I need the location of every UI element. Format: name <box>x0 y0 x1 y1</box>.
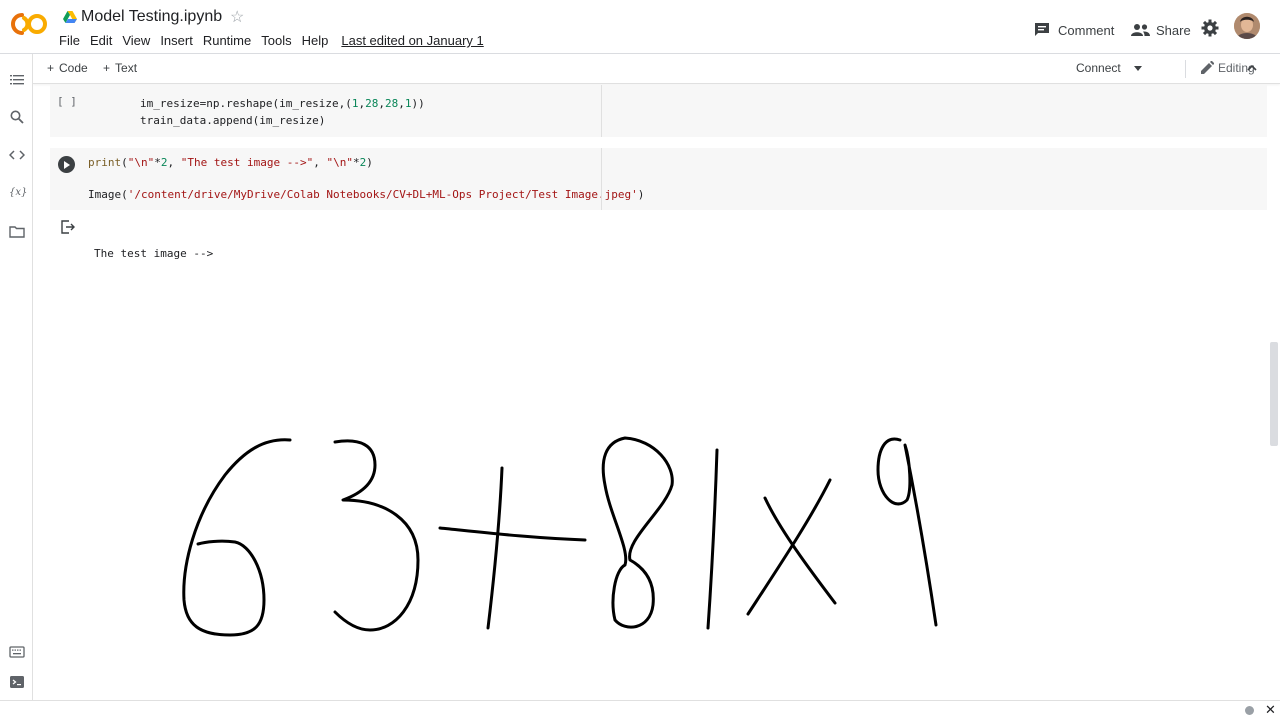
notebook-toolbar: + Code + Text Connect Editing <box>33 54 1280 84</box>
connect-button[interactable]: Connect <box>1076 61 1143 75</box>
chevron-up-icon[interactable] <box>1246 62 1258 74</box>
comment-button[interactable]: Comment <box>1034 17 1114 43</box>
code-token: , <box>313 156 327 169</box>
terminal-icon[interactable] <box>9 674 25 690</box>
last-edited-link[interactable]: Last edited on January 1 <box>341 33 483 48</box>
code-cell-1[interactable]: [ ] im_resize=np.reshape(im_resize,(1,28… <box>50 85 1267 137</box>
comment-label: Comment <box>1058 22 1115 38</box>
menu-file[interactable]: File <box>59 33 80 48</box>
code-line[interactable]: im_resize=np.reshape(im_resize,(1,28,28,… <box>140 97 425 110</box>
share-label: Share <box>1156 22 1191 38</box>
connect-label: Connect <box>1076 61 1121 75</box>
add-code-button[interactable]: + Code <box>47 61 88 75</box>
comment-icon <box>1035 23 1049 36</box>
handwritten-expression-image <box>182 436 938 637</box>
code-line[interactable]: print("\n"*2, "The test image -->", "\n"… <box>88 156 373 169</box>
code-number: 1 <box>404 97 412 110</box>
menu-view[interactable]: View <box>122 33 150 48</box>
avatar[interactable] <box>1234 13 1260 39</box>
table-of-contents-icon[interactable] <box>9 72 25 88</box>
add-text-label: Text <box>115 61 138 75</box>
pencil-icon <box>1201 60 1215 74</box>
header: Model Testing.ipynb ☆ File Edit View Ins… <box>0 0 1280 54</box>
code-number: 28 <box>385 97 399 110</box>
code-token: , <box>167 156 181 169</box>
menu-help[interactable]: Help <box>302 33 329 48</box>
star-icon[interactable]: ☆ <box>230 7 244 27</box>
toolbar-divider <box>1185 60 1186 78</box>
status-bar: ✕ <box>0 700 1280 720</box>
people-icon <box>1131 24 1150 36</box>
close-icon[interactable]: ✕ <box>1265 702 1276 718</box>
left-sidebar: {x} <box>0 54 33 700</box>
code-number: 2 <box>160 156 168 169</box>
menu-tools[interactable]: Tools <box>261 33 291 48</box>
code-token: )) <box>411 97 425 110</box>
google-drive-icon[interactable] <box>63 11 77 24</box>
code-string: "The test image -->" <box>180 156 314 169</box>
output-actions-icon[interactable] <box>61 220 75 234</box>
plus-icon: + <box>47 61 55 75</box>
code-line[interactable]: train_data.append(im_resize) <box>140 114 325 127</box>
code-number: 1 <box>351 97 359 110</box>
code-cell-2[interactable]: print("\n"*2, "The test image -->", "\n"… <box>50 148 1267 210</box>
menu-runtime[interactable]: Runtime <box>203 33 251 48</box>
code-line[interactable]: Image('/content/drive/MyDrive/Colab Note… <box>88 188 644 201</box>
command-palette-icon[interactable] <box>9 644 25 660</box>
code-token: im_resize=np.reshape(im_resize,( <box>140 97 352 110</box>
execution-count[interactable]: [ ] <box>57 95 77 108</box>
code-function: Image( <box>88 188 128 201</box>
menu-bar: File Edit View Insert Runtime Tools Help… <box>59 33 494 48</box>
search-icon[interactable] <box>9 109 25 125</box>
folder-icon[interactable] <box>9 224 25 240</box>
code-string: '/content/drive/MyDrive/Colab Notebooks/… <box>127 188 638 201</box>
add-text-button[interactable]: + Text <box>103 61 137 75</box>
code-function: print <box>88 156 122 169</box>
menu-insert[interactable]: Insert <box>160 33 193 48</box>
menu-edit[interactable]: Edit <box>90 33 112 48</box>
code-string: "\n" <box>326 156 353 169</box>
add-code-label: Code <box>59 61 88 75</box>
plus-icon: + <box>103 61 111 75</box>
share-button[interactable]: Share <box>1131 17 1191 43</box>
cell-output-text: The test image --> <box>94 247 214 260</box>
notebook-title[interactable]: Model Testing.ipynb <box>81 8 222 26</box>
code-token: * <box>154 156 161 169</box>
code-snippets-icon[interactable] <box>9 147 25 163</box>
code-token: * <box>352 156 360 169</box>
code-token: ) <box>637 188 645 201</box>
code-number: 28 <box>365 97 379 110</box>
run-cell-button[interactable] <box>58 156 75 173</box>
variables-icon[interactable]: {x} <box>9 185 27 201</box>
cell-divider <box>601 148 602 210</box>
dropdown-arrow-icon[interactable] <box>1134 66 1143 72</box>
colab-logo[interactable] <box>10 11 48 37</box>
avatar-image <box>1234 13 1260 39</box>
gear-icon[interactable] <box>1201 19 1219 37</box>
code-string: "\n" <box>127 156 155 169</box>
code-token: ) <box>366 156 373 169</box>
code-token: , <box>398 97 405 110</box>
code-token: ( <box>121 156 128 169</box>
cell-divider <box>601 85 602 137</box>
scrollbar[interactable] <box>1270 342 1278 446</box>
status-dot-icon <box>1245 706 1254 715</box>
